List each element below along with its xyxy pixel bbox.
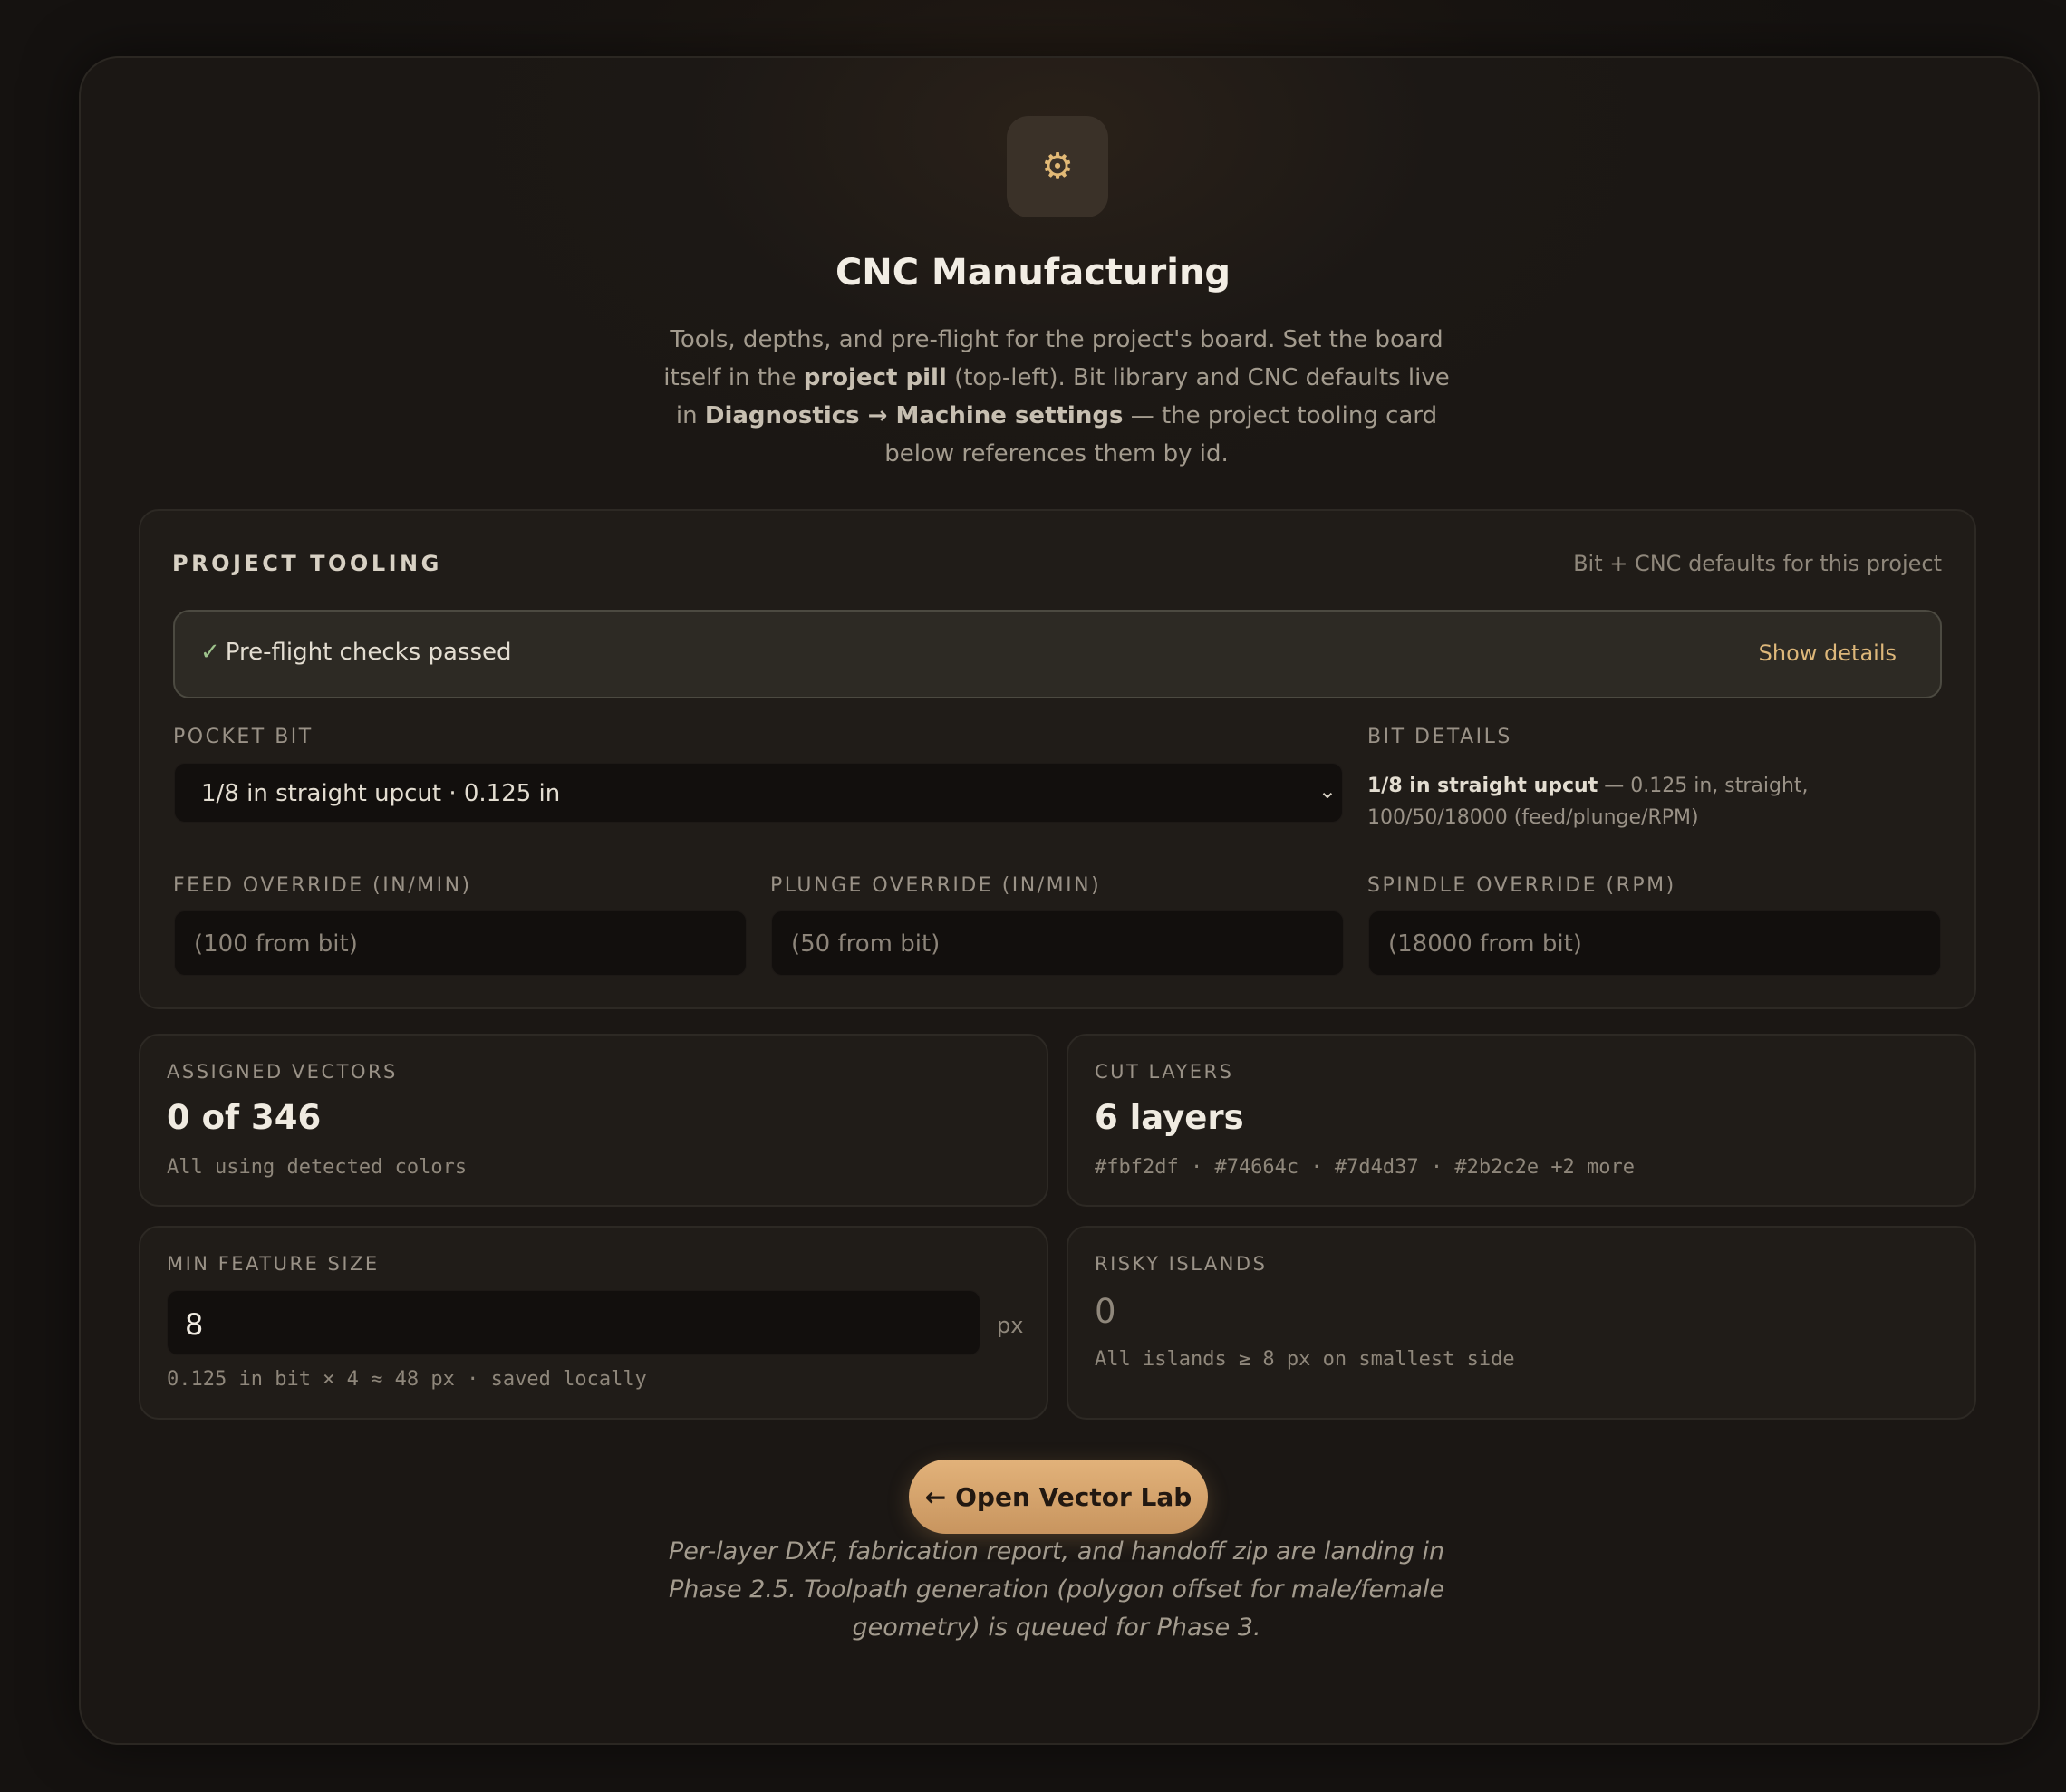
plunge-override-placeholder: (50 from bit) [791, 930, 941, 958]
project-tooling-title: PROJECT TOOLING [172, 551, 442, 576]
risky-islands-value: 0 [1095, 1292, 1116, 1331]
assigned-vectors-label: ASSIGNED VECTORS [167, 1061, 398, 1083]
pocket-bit-select[interactable]: 1/8 in straight upcut · 0.125 in ⌄ [174, 763, 1343, 823]
cut-layers-colors: #fbf2df · #74664c · #7d4d37 · #2b2c2e +2… [1095, 1156, 1636, 1179]
bit-details-name: 1/8 in straight upcut [1367, 775, 1598, 797]
min-feature-size-detail: 0.125 in bit × 4 ≈ 48 px · saved locally [167, 1368, 647, 1391]
desc-bold-project-pill: project pill [803, 364, 947, 391]
min-feature-size-unit: px [997, 1313, 1024, 1338]
feed-override-input[interactable]: (100 from bit) [174, 910, 747, 976]
min-feature-size-label: MIN FEATURE SIZE [167, 1253, 380, 1275]
assigned-vectors-value: 0 of 346 [167, 1098, 322, 1137]
spindle-override-input[interactable]: (18000 from bit) [1368, 910, 1941, 976]
page: ⚙ CNC Manufacturing Tools, depths, and p… [0, 0, 2066, 1792]
show-details-link[interactable]: Show details [1759, 641, 1897, 666]
desc-bold-machine-settings: Diagnostics → Machine settings [704, 402, 1124, 429]
feed-override-label: FEED OVERRIDE (IN/MIN) [173, 874, 472, 897]
bit-details-text: 1/8 in straight upcut — 0.125 in, straig… [1367, 770, 1947, 833]
plunge-override-label: PLUNGE OVERRIDE (IN/MIN) [770, 874, 1102, 897]
cut-layers-label: CUT LAYERS [1095, 1061, 1234, 1083]
min-feature-size-input[interactable]: 8 [167, 1290, 980, 1355]
project-tooling-subtitle: Bit + CNC defaults for this project [1573, 551, 1942, 576]
risky-islands-label: RISKY ISLANDS [1095, 1253, 1268, 1275]
check-icon: ✓ [200, 639, 220, 666]
roadmap-note: Per-layer DXF, fabrication report, and h… [668, 1537, 1445, 1642]
gear-icon: ⚙ [1007, 116, 1108, 217]
preflight-status: ✓ Pre-flight checks passed [200, 639, 512, 666]
page-description: Tools, depths, and pre-flight for the pr… [652, 321, 1461, 473]
open-vector-lab-label: Open Vector Lab [955, 1481, 1192, 1512]
page-title: CNC Manufacturing [835, 252, 1231, 294]
feed-override-placeholder: (100 from bit) [194, 930, 358, 958]
risky-islands-detail: All islands ≥ 8 px on smallest side [1095, 1348, 1515, 1371]
spindle-override-placeholder: (18000 from bit) [1388, 930, 1582, 958]
preflight-status-banner: ✓ Pre-flight checks passed Show details [173, 610, 1942, 698]
open-vector-lab-button[interactable]: ← Open Vector Lab [909, 1460, 1208, 1534]
preflight-status-text: Pre-flight checks passed [225, 639, 512, 666]
arrow-left-icon: ← [924, 1481, 947, 1512]
assigned-vectors-detail: All using detected colors [167, 1156, 468, 1179]
min-feature-size-value: 8 [185, 1307, 204, 1342]
pocket-bit-value: 1/8 in straight upcut · 0.125 in [201, 780, 561, 807]
spindle-override-label: SPINDLE OVERRIDE (RPM) [1367, 874, 1676, 897]
bit-details-label: BIT DETAILS [1367, 726, 1512, 748]
chevron-down-icon: ⌄ [1318, 778, 1337, 804]
plunge-override-input[interactable]: (50 from bit) [771, 910, 1344, 976]
cut-layers-value: 6 layers [1095, 1098, 1244, 1137]
pocket-bit-label: POCKET BIT [173, 726, 314, 748]
